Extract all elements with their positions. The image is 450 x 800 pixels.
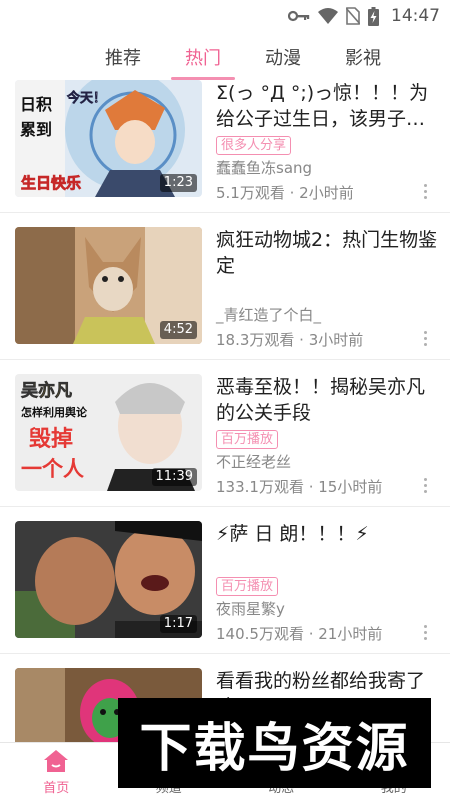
wifi-icon bbox=[318, 8, 338, 24]
video-duration: 1:23 bbox=[159, 174, 197, 192]
video-feed[interactable]: 日积 累到 今天！ 生日快乐 1:23 Σ(っ °Д °;)っ惊！！！为给公子过… bbox=[0, 80, 450, 742]
more-options-icon[interactable] bbox=[418, 184, 432, 202]
more-options-icon[interactable] bbox=[418, 625, 432, 643]
nav-label: 首页 bbox=[43, 781, 70, 796]
watermark-text: 下载鸟资源 bbox=[139, 718, 410, 779]
tab-hot[interactable]: 热门 bbox=[163, 32, 243, 80]
thumb-text: 日积 bbox=[20, 95, 52, 114]
status-bar: 14:47 bbox=[0, 0, 450, 32]
thumb-text: 一个人 bbox=[21, 457, 84, 481]
nav-home[interactable]: 首页 bbox=[0, 743, 113, 800]
tab-recommend[interactable]: 推荐 bbox=[83, 32, 163, 80]
video-thumbnail[interactable]: 日积 累到 今天！ 生日快乐 1:23 bbox=[15, 80, 202, 197]
more-options-icon[interactable] bbox=[418, 478, 432, 496]
thumb-text: 怎样利用舆论 bbox=[21, 405, 88, 419]
status-icons: 14:47 bbox=[288, 5, 440, 27]
video-card[interactable]: 4:52 疯狂动物城2：热门生物鉴定 _青红造了个白_ 18.3万观看 · 3小… bbox=[0, 213, 450, 360]
video-badge: 百万播放 bbox=[216, 430, 279, 449]
thumb-text: 生日快乐 bbox=[21, 174, 81, 192]
tab-film[interactable]: 影視 bbox=[323, 32, 403, 80]
video-duration: 1:17 bbox=[159, 615, 197, 633]
thumb-text: 吴亦凡 bbox=[21, 380, 72, 401]
video-duration: 11:39 bbox=[151, 468, 197, 486]
video-card[interactable]: 日积 累到 今天！ 生日快乐 1:23 Σ(っ °Д °;)っ惊！！！为给公子过… bbox=[0, 80, 450, 213]
video-duration: 4:52 bbox=[159, 321, 197, 339]
video-title[interactable]: 疯狂动物城2：热门生物鉴定 bbox=[216, 227, 438, 279]
video-meta: 140.5万观看 · 21小时前 bbox=[216, 625, 383, 643]
video-thumbnail[interactable]: 吴亦凡 怎样利用舆论 毁掉 一个人 11:39 bbox=[15, 374, 202, 491]
key-icon bbox=[288, 9, 310, 23]
video-author[interactable]: 夜雨星繁y bbox=[216, 598, 285, 619]
video-badge: 百万播放 bbox=[216, 577, 279, 596]
video-title[interactable]: ⚡萨 日 朗！！！⚡ bbox=[216, 521, 438, 547]
video-title[interactable]: 恶毒至极！！揭秘吴亦凡的公关手段 bbox=[216, 374, 438, 426]
more-options-icon[interactable] bbox=[418, 331, 432, 349]
video-meta: 5.1万观看 · 2小时前 bbox=[216, 184, 354, 202]
video-card[interactable]: 1:17 ⚡萨 日 朗！！！⚡ 百万播放 夜雨星繁y 140.5万观看 · 21… bbox=[0, 507, 450, 654]
watermark-overlay: 下载鸟资源 bbox=[118, 698, 431, 788]
video-thumbnail[interactable]: 4:52 bbox=[15, 227, 202, 344]
video-card[interactable]: 吴亦凡 怎样利用舆论 毁掉 一个人 11:39 恶毒至极！！揭秘吴亦凡的公关手段… bbox=[0, 360, 450, 507]
thumb-text: 毁掉 bbox=[29, 427, 73, 452]
video-meta: 18.3万观看 · 3小时前 bbox=[216, 331, 364, 349]
video-author[interactable]: 蠢蠢鱼冻sang bbox=[216, 157, 312, 178]
video-badge: 很多人分享 bbox=[216, 136, 292, 155]
thumb-text: 累到 bbox=[20, 120, 52, 139]
video-author[interactable]: _青红造了个白_ bbox=[216, 304, 321, 325]
video-meta: 133.1万观看 · 15小时前 bbox=[216, 478, 383, 496]
home-icon bbox=[44, 750, 68, 772]
video-thumbnail[interactable]: 1:17 bbox=[15, 521, 202, 638]
status-clock: 14:47 bbox=[391, 6, 440, 26]
video-title[interactable]: Σ(っ °Д °;)っ惊！！！为给公子过生日，该男子… bbox=[216, 80, 438, 132]
no-sim-icon bbox=[346, 7, 360, 25]
app-root: 14:47 推荐 热门 动漫 影視 日积 累到 今天！ 生日快乐 1:23 Σ(… bbox=[0, 0, 450, 800]
video-author[interactable]: 不正经老丝 bbox=[216, 451, 291, 472]
thumb-text: 今天！ bbox=[66, 90, 106, 106]
top-tab-bar: 推荐 热门 动漫 影視 bbox=[0, 32, 450, 80]
tab-anime[interactable]: 动漫 bbox=[243, 32, 323, 80]
battery-charging-icon bbox=[368, 6, 379, 26]
